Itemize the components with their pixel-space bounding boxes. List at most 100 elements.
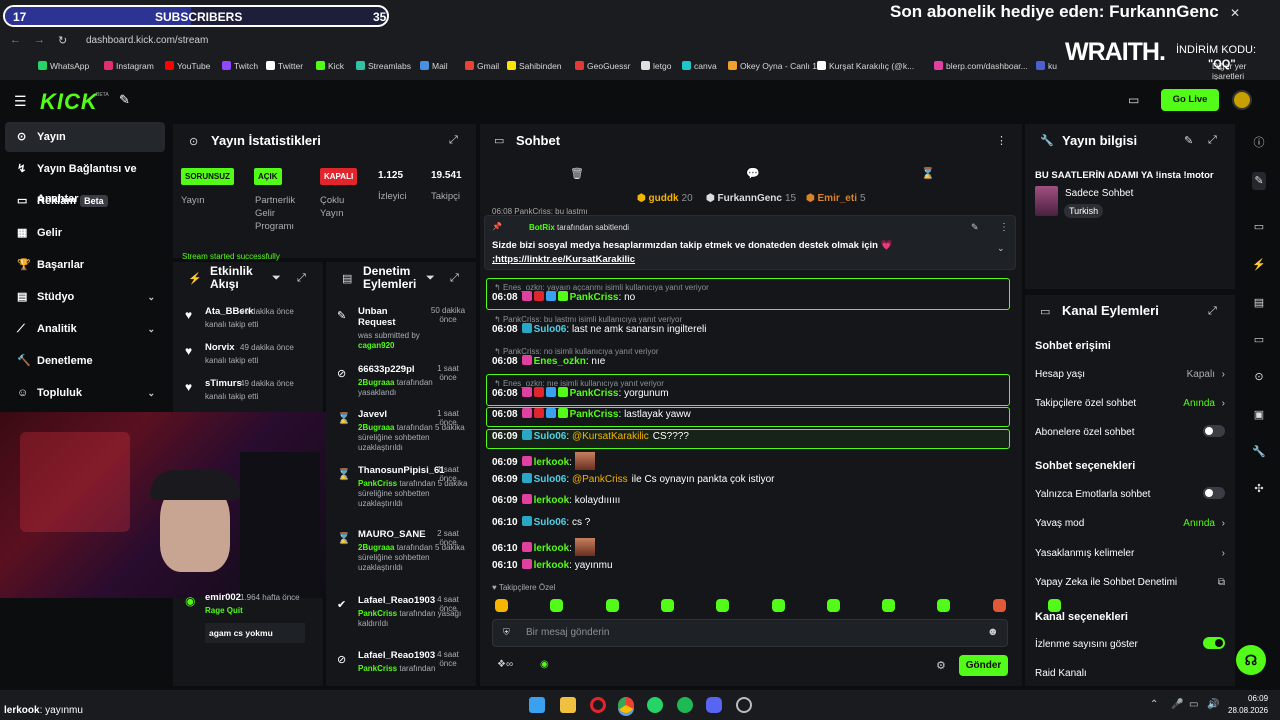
volume-icon[interactable]: 🔊	[1207, 699, 1219, 710]
bookmark-item[interactable]: Mail	[420, 61, 448, 71]
bolt-icon[interactable]: ⚡	[1252, 258, 1266, 271]
raid-row[interactable]: Raid Kanalı	[1035, 668, 1225, 679]
filter-icon[interactable]: ⏷	[272, 272, 281, 285]
forward-icon[interactable]: →	[34, 34, 45, 46]
trash-icon[interactable]: 🗑	[570, 167, 584, 180]
message-user[interactable]: Enes_ozkn	[534, 356, 586, 367]
spotify-icon[interactable]	[677, 697, 693, 713]
sidebar-item[interactable]: ⟋ Analitik ⌄	[5, 314, 165, 344]
emote-icon[interactable]	[550, 599, 564, 612]
unpin-icon[interactable]: ✎	[971, 222, 979, 233]
gear-icon[interactable]: ⚙	[936, 659, 946, 672]
gifter-entry[interactable]: ⬢ Emir_eti 5	[806, 193, 866, 204]
bookmark-item[interactable]: Gmail	[465, 61, 499, 71]
bookmark-item[interactable]: letgo	[641, 61, 671, 71]
emote-icon[interactable]	[1048, 599, 1061, 612]
chat-icon[interactable]: ▭	[1252, 333, 1266, 346]
kick-logo[interactable]: KICK	[40, 89, 98, 115]
emote-icon[interactable]	[882, 599, 896, 612]
help-icon[interactable]: ☊	[1236, 645, 1266, 675]
expand-icon[interactable]: ⤢	[1208, 305, 1217, 318]
url-text[interactable]: dashboard.kick.com/stream	[86, 35, 208, 46]
emote-icon[interactable]	[826, 599, 840, 612]
windows-start-icon[interactable]	[529, 697, 545, 713]
bookmark-item[interactable]: Kick	[316, 61, 344, 71]
message-user[interactable]: Sulo06	[534, 474, 567, 485]
hourglass-icon[interactable]: ⌛	[921, 167, 935, 180]
gifter-entry[interactable]: ⬢ guddk 20	[637, 193, 693, 204]
reload-icon[interactable]: ↻	[58, 34, 67, 47]
discord-icon[interactable]	[706, 697, 722, 713]
edit-icon[interactable]: ✎	[1184, 134, 1193, 147]
expand-icon[interactable]: ⤢	[450, 272, 459, 285]
edit-icon[interactable]: ✎	[1252, 172, 1266, 190]
microphone-icon[interactable]: 🎤	[1171, 699, 1183, 710]
more-icon[interactable]: ⋮	[999, 222, 1009, 233]
clock-date[interactable]: 28.08.2026	[1228, 706, 1268, 715]
slow-mode-row[interactable]: Yavaş mod Anında ›	[1035, 518, 1225, 529]
message-user[interactable]: lerkook	[534, 495, 570, 506]
emote-icon[interactable]	[660, 599, 674, 612]
sidebar-item[interactable]: ▦ Gelir	[5, 218, 165, 248]
bookmark-item[interactable]: Okey Oyna - Canlı 1...	[728, 61, 824, 71]
pin-icon[interactable]: ✎	[119, 92, 130, 108]
sidebar-item[interactable]: ▤ Stüdyo ⌄	[5, 282, 165, 312]
expand-icon[interactable]: ⤢	[449, 134, 458, 147]
sidebar-item[interactable]: 🏆 Başarılar	[5, 250, 165, 280]
bookmark-item[interactable]: Instagram	[104, 61, 154, 71]
bookmark-item[interactable]: Twitch	[222, 61, 258, 71]
message-user[interactable]: PankCriss	[570, 388, 619, 399]
obs-icon[interactable]	[736, 697, 752, 713]
more-icon[interactable]: ⋮	[996, 134, 1007, 147]
message-user[interactable]: PankCriss	[570, 292, 619, 303]
back-icon[interactable]: ←	[10, 34, 21, 46]
close-icon[interactable]: ✕	[1230, 6, 1240, 20]
sidebar-item[interactable]: ☺ Topluluk ⌄	[5, 378, 165, 408]
chrome-icon[interactable]	[618, 697, 634, 713]
bookmark-item[interactable]: blerp.com/dashboar...	[934, 61, 1028, 71]
sparkle-icon[interactable]: ❖∞	[497, 659, 513, 670]
window-icon[interactable]: ▣	[1252, 408, 1266, 421]
plugin-icon[interactable]: ✣	[1252, 482, 1266, 495]
message-user[interactable]: PankCriss	[570, 409, 619, 420]
wrench-icon[interactable]: 🔧	[1252, 445, 1266, 458]
emoji-icon[interactable]: ☻	[987, 626, 999, 638]
bookmark-item[interactable]: YouTube	[165, 61, 210, 71]
sidebar-item[interactable]: ↯ Yayın Bağlantısı ve Anahtar	[5, 154, 165, 205]
expand-icon[interactable]: ⤢	[297, 272, 306, 285]
message-user[interactable]: lerkook	[534, 457, 570, 468]
sidebar-item[interactable]: ▭ Reklam Beta	[5, 186, 165, 216]
bookmark-item[interactable]: Twitter	[266, 61, 303, 71]
bookmark-item[interactable]: GeoGuessr	[575, 61, 630, 71]
subs-only-row[interactable]: Abonelere özel sohbet	[1035, 425, 1225, 438]
bookmark-item[interactable]: WhatsApp	[38, 61, 89, 71]
whatsapp-icon[interactable]	[647, 697, 663, 713]
display-icon[interactable]: ▭	[1252, 220, 1266, 233]
display-icon[interactable]: ▭	[1128, 93, 1139, 107]
kick-icon[interactable]: ◉	[540, 659, 549, 670]
emote-icon[interactable]	[937, 599, 951, 612]
banned-words-row[interactable]: Yasaklanmış kelimeler ›	[1035, 548, 1225, 559]
info-icon[interactable]: ⓘ	[1252, 134, 1266, 150]
message-mention[interactable]: @KursatKarakilic	[572, 431, 649, 442]
emote-icon[interactable]	[992, 599, 1006, 612]
bookmark-item[interactable]: Sahibinden	[507, 61, 562, 71]
file-explorer-icon[interactable]	[560, 697, 576, 713]
emote-only-toggle[interactable]	[1203, 487, 1225, 499]
sidebar-item[interactable]: 🔨 Denetleme	[5, 346, 165, 376]
network-icon[interactable]: ▭	[1189, 699, 1198, 710]
gifter-entry[interactable]: ⬢ FurkannGenc 15	[706, 193, 796, 204]
emote-icon[interactable]	[495, 599, 508, 612]
send-button[interactable]: Gönder	[959, 655, 1008, 676]
menu-icon[interactable]: ☰	[14, 93, 27, 110]
bookmark-item[interactable]: canva	[682, 61, 717, 71]
bookmark-item[interactable]: Kurşat Karakılıç (@k...	[817, 61, 914, 71]
broadcast-icon[interactable]: ⊙	[1252, 370, 1266, 383]
opera-icon[interactable]	[590, 697, 606, 713]
chat-bubble-icon[interactable]: 💬	[746, 167, 760, 180]
clock-time[interactable]: 06:09	[1248, 694, 1268, 703]
emote-icon[interactable]	[771, 599, 785, 612]
followers-only-row[interactable]: Takipçilere özel sohbet Anında ›	[1035, 398, 1225, 409]
emote-icon[interactable]	[716, 599, 730, 612]
category-name[interactable]: Sadece Sohbet	[1065, 188, 1133, 199]
